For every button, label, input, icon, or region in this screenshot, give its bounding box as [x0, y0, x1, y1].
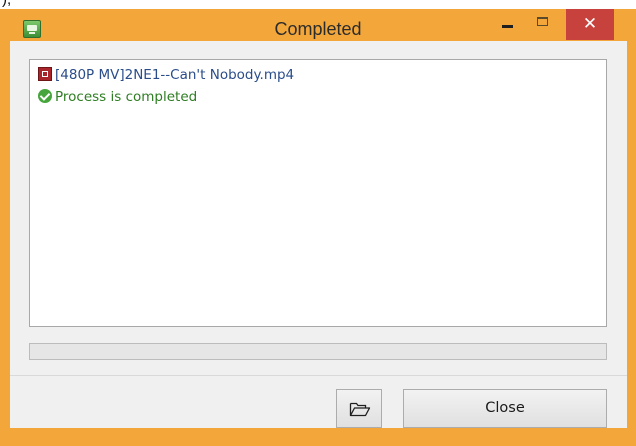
- close-button-label: Close: [485, 400, 525, 416]
- status-text: Process is completed: [55, 89, 198, 105]
- progress-bar: [29, 343, 607, 360]
- log-item-file: [480P MV]2NE1--Can't Nobody.mp4: [38, 66, 294, 84]
- log-item-status: Process is completed: [38, 88, 197, 106]
- log-list[interactable]: [480P MV]2NE1--Can't Nobody.mp4 Process …: [29, 59, 607, 327]
- minimize-icon: [502, 25, 513, 28]
- maximize-icon: [537, 17, 548, 26]
- check-circle-icon: [38, 89, 52, 103]
- open-folder-icon: [349, 402, 371, 417]
- window-close-button[interactable]: ✕: [566, 9, 614, 40]
- background-text-fragment: ),: [2, 0, 11, 8]
- minimize-button[interactable]: [494, 9, 520, 40]
- video-file-icon: [38, 67, 52, 81]
- maximize-button[interactable]: [529, 9, 555, 40]
- close-icon: ✕: [582, 14, 598, 34]
- close-button[interactable]: Close: [403, 389, 607, 428]
- background-window-fragment: ),: [0, 0, 636, 9]
- file-name: [480P MV]2NE1--Can't Nobody.mp4: [55, 67, 295, 83]
- open-folder-button[interactable]: [336, 389, 382, 428]
